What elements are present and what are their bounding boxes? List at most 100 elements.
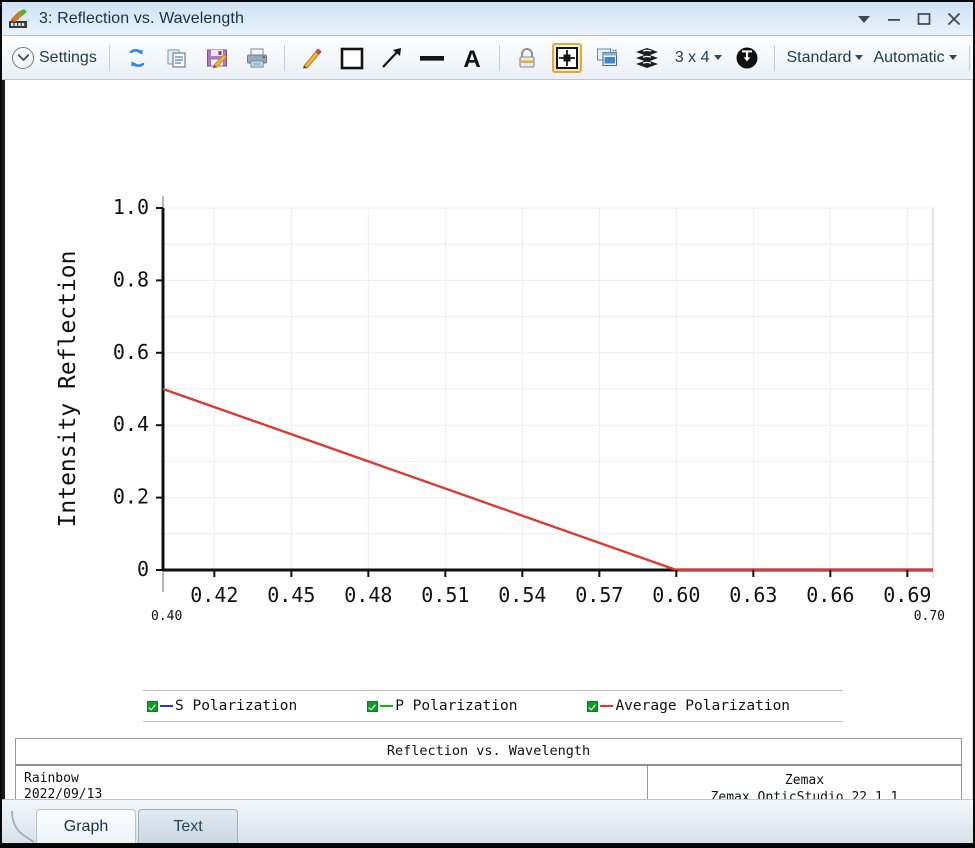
settings-label: Settings	[39, 48, 97, 66]
x-tick-label: 0.57	[575, 583, 623, 607]
toolbar-separator	[773, 44, 775, 71]
grid-size-dropdown[interactable]: 3 x 4	[668, 40, 726, 76]
lock-icon	[512, 43, 542, 73]
annotate-pencil-button[interactable]	[293, 40, 331, 76]
info-line: Rainbow	[24, 771, 79, 786]
y-tick-label: 0.6	[113, 340, 149, 364]
toolbar-separator	[968, 44, 970, 71]
legend-label: P Polarization	[395, 698, 518, 714]
graph-window: 3: Reflection vs. Wavelength Settings A …	[0, 0, 975, 845]
coating-paintbrush-icon	[8, 8, 32, 30]
info-line: Zemax OpticStudio 22.1.1	[710, 790, 899, 799]
text-icon: A	[457, 43, 487, 73]
legend-checkbox[interactable]	[367, 700, 379, 712]
x-tick-label: 0.66	[806, 583, 854, 607]
print-button[interactable]	[238, 40, 276, 76]
pencil-icon	[297, 43, 327, 73]
close-button[interactable]	[939, 5, 969, 33]
annotate-text-button[interactable]: A	[453, 40, 491, 76]
legend-item[interactable]: S Polarization	[147, 698, 297, 714]
annotate-line-button[interactable]	[413, 40, 451, 76]
y-tick-label: 1.0	[113, 195, 149, 219]
style-dropdown-label: Standard	[786, 48, 852, 66]
x-tick-label: 0.45	[267, 583, 315, 607]
refresh-button[interactable]	[118, 40, 156, 76]
tab-bar-curve	[10, 809, 36, 843]
reset-icon	[732, 43, 762, 73]
y-tick-label: 0.2	[113, 485, 149, 509]
toolbar-separator	[108, 44, 110, 71]
info-line: Zemax	[784, 773, 825, 788]
reflection-chart: 0 0.2 0.4 0.6 0.8 1.0 0.42 0.45 0.48 0.51 0.54 0.57…	[55, 195, 945, 624]
fit-window-button[interactable]	[548, 40, 586, 76]
chevron-down-icon	[713, 55, 722, 60]
clone-window-icon	[592, 43, 622, 73]
save-button[interactable]	[198, 40, 236, 76]
info-panel: Reflection vs. Wavelength Rainbow 2022/09…	[15, 738, 962, 799]
chevron-down-icon	[855, 55, 864, 60]
info-panel-vendor: Zemax Zemax OpticStudio 22.1.1	[648, 766, 961, 799]
tab-text-label: Text	[173, 817, 203, 835]
legend-color-swatch	[600, 704, 614, 708]
toolbar-separator	[283, 44, 285, 71]
chevron-down-icon	[948, 55, 957, 60]
svg-text:A: A	[463, 46, 480, 71]
toolbar: Settings A 3 x 4 Standard Automatic	[2, 36, 973, 80]
tab-graph[interactable]: Graph	[36, 809, 136, 843]
legend-item[interactable]: P Polarization	[367, 698, 517, 714]
annotate-rectangle-button[interactable]	[333, 40, 371, 76]
chart-legend: S Polarization P Polarization Average Pola…	[143, 690, 843, 722]
y-tick-label: 0	[137, 557, 149, 581]
refresh-icon	[122, 43, 152, 73]
minimize-button[interactable]	[879, 5, 909, 33]
chevron-down-icon	[12, 46, 34, 69]
x-min-label: 0.40	[151, 609, 182, 624]
legend-color-swatch	[160, 704, 173, 708]
legend-label: Average Polarization	[615, 698, 791, 714]
save-icon	[202, 43, 232, 73]
clone-window-button[interactable]	[588, 40, 626, 76]
x-tick-label: 0.51	[421, 583, 469, 607]
x-max-label: 0.70	[914, 609, 945, 624]
legend-checkbox[interactable]	[587, 700, 599, 712]
window-menu-button[interactable]	[849, 5, 879, 33]
x-tick-label: 0.63	[729, 583, 777, 607]
settings-button[interactable]: Settings	[8, 40, 101, 76]
tab-text[interactable]: Text	[138, 809, 238, 843]
copy-icon	[162, 43, 192, 73]
toolbar-separator	[498, 44, 500, 71]
x-tick-label: 0.60	[652, 583, 700, 607]
maximize-button[interactable]	[909, 5, 939, 33]
arrow-icon	[377, 43, 407, 73]
y-tick-label: 0.4	[113, 412, 149, 436]
window-title: 3: Reflection vs. Wavelength	[39, 9, 244, 27]
x-tick-label: 0.42	[190, 583, 238, 607]
info-panel-right: ZemaxZemax OpticStudio 22.1.1 rainbow.zm…	[648, 766, 961, 799]
scale-dropdown[interactable]: Automatic	[869, 40, 960, 76]
copy-button[interactable]	[158, 40, 196, 76]
style-dropdown[interactable]: Standard	[783, 40, 868, 76]
scale-dropdown-label: Automatic	[873, 48, 945, 66]
lock-button[interactable]	[508, 40, 546, 76]
print-icon	[242, 43, 272, 73]
tab-graph-label: Graph	[63, 817, 109, 835]
annotate-arrow-button[interactable]	[373, 40, 411, 76]
rectangle-icon	[337, 43, 367, 73]
layers-icon	[632, 43, 662, 73]
layers-button[interactable]	[628, 40, 666, 76]
x-tick-label: 0.54	[498, 583, 546, 607]
line-icon	[417, 43, 447, 73]
legend-color-swatch	[380, 704, 394, 708]
fit-window-icon	[551, 42, 582, 73]
chart-area: 0 0.2 0.4 0.6 0.8 1.0 0.42 0.45 0.48 0.51 0.54 0.57…	[5, 80, 972, 625]
reset-button[interactable]	[728, 40, 766, 76]
info-panel-body: Rainbow2022/09/13Coating BREF on Object …	[16, 766, 961, 799]
legend-label: S Polarization	[175, 698, 298, 714]
info-panel-left: Rainbow2022/09/13Coating BREF on Object …	[16, 766, 648, 799]
title-bar: 3: Reflection vs. Wavelength	[2, 2, 973, 36]
y-axis-title: Intensity Reflection	[55, 251, 81, 528]
legend-checkbox[interactable]	[147, 700, 158, 712]
legend-item[interactable]: Average Polarization	[587, 698, 790, 714]
info-panel-title: Reflection vs. Wavelength	[16, 739, 961, 766]
x-tick-label: 0.69	[883, 583, 931, 607]
